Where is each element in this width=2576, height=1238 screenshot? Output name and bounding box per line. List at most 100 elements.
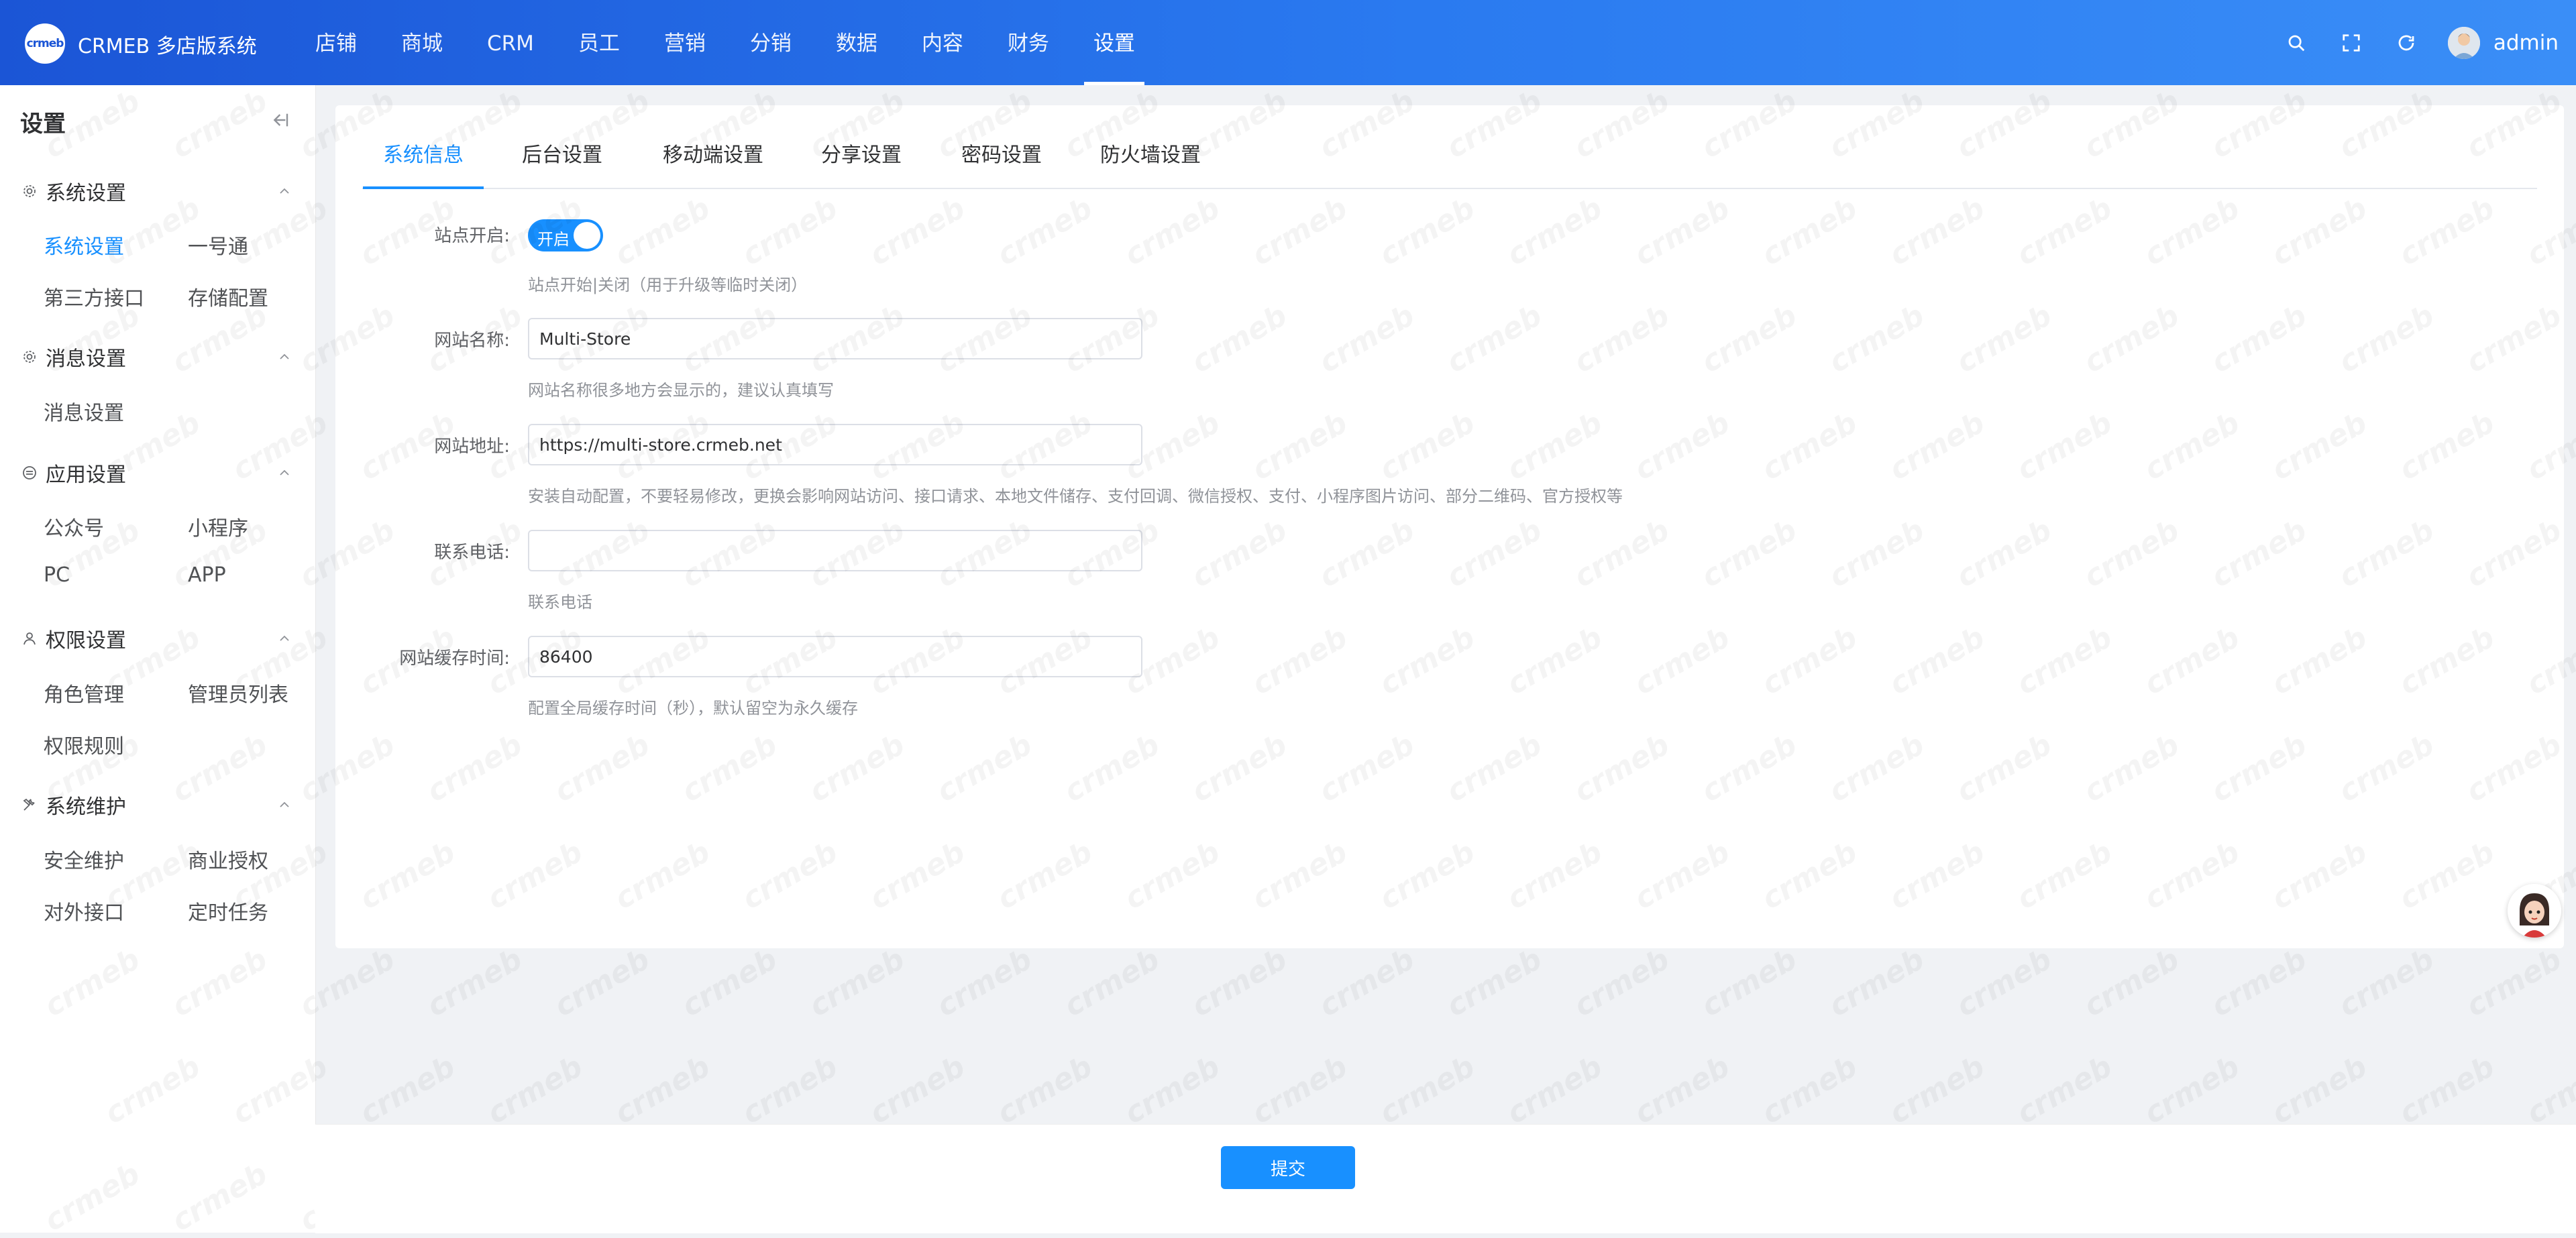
watermark-text: crmeb: [1059, 942, 1166, 1024]
sidebar-group-label: 系统设置: [46, 182, 126, 205]
sidebar-item-yihaotong[interactable]: 一号通: [188, 230, 248, 260]
footer-bar: 提交: [315, 1124, 2576, 1233]
sidebar-item-roles[interactable]: 角色管理: [44, 678, 124, 708]
sidebar-item-security[interactable]: 安全维护: [44, 844, 124, 874]
sidebar-group-head-permission[interactable]: 权限设置: [0, 622, 315, 655]
watermark-text: crmeb: [1568, 942, 1676, 1024]
sidebar: 设置 系统设置 系统设置 一号通 第三方接口 存储配置 消息设置 消息设置 应用…: [0, 85, 316, 1233]
tab-system-info[interactable]: 系统信息: [363, 132, 484, 189]
phone-input[interactable]: [528, 530, 1142, 571]
user-icon: [21, 630, 38, 646]
watermark-text: crmeb: [1756, 1050, 1864, 1131]
sidebar-item-external-api[interactable]: 对外接口: [44, 896, 124, 925]
chevron-up-icon: [276, 349, 292, 365]
sidebar-group-message: 消息设置: [0, 340, 315, 374]
tab-password-settings[interactable]: 密码设置: [961, 132, 1042, 188]
fullscreen-icon[interactable]: [2338, 30, 2365, 56]
tab-firewall-settings[interactable]: 防火墙设置: [1100, 132, 1201, 188]
topnav-marketing[interactable]: 营销: [664, 0, 706, 85]
watermark-text: crmeb: [864, 1050, 971, 1131]
settings-card: 系统信息 后台设置 移动端设置 分享设置 密码设置 防火墙设置 站点开启: 开启…: [335, 105, 2564, 948]
watermark-text: crmeb: [1696, 942, 1803, 1024]
sidebar-item-license[interactable]: 商业授权: [188, 844, 268, 874]
collapse-sidebar-icon[interactable]: [268, 109, 292, 133]
watermark-text: crmeb: [1884, 1050, 1991, 1131]
sidebar-item-official-account[interactable]: 公众号: [44, 512, 104, 541]
sidebar-group-permission: 权限设置: [0, 622, 315, 655]
tab-share-settings[interactable]: 分享设置: [821, 132, 902, 188]
switch-text: 开启: [537, 230, 570, 249]
topnav-settings[interactable]: 设置: [1083, 0, 1144, 85]
watermark-text: crmeb: [2461, 942, 2568, 1024]
watermark-text: crmeb: [609, 1050, 716, 1131]
sidebar-group-app: 应用设置: [0, 456, 315, 490]
sidebar-item-mini-program[interactable]: 小程序: [188, 512, 248, 541]
sidebar-item-pc[interactable]: PC: [44, 563, 70, 587]
watermark-text: crmeb: [2011, 1050, 2118, 1131]
submit-button[interactable]: 提交: [1221, 1146, 1355, 1189]
cache-time-tip: 配置全局缓存时间（秒），默认留空为永久缓存: [528, 699, 858, 718]
username[interactable]: admin: [2493, 31, 2559, 55]
watermark-text: crmeb: [931, 942, 1038, 1024]
sidebar-item-app[interactable]: APP: [188, 563, 226, 587]
sidebar-item-message-settings[interactable]: 消息设置: [44, 396, 124, 426]
chevron-up-icon: [276, 183, 292, 199]
cache-time-input[interactable]: [528, 636, 1142, 677]
watermark-text: crmeb: [1629, 1050, 1736, 1131]
topnav-data[interactable]: 数据: [836, 0, 877, 85]
watermark-text: crmeb: [676, 942, 784, 1024]
phone-label: 联系电话:: [434, 543, 510, 563]
assistant-avatar-icon[interactable]: [2508, 884, 2561, 938]
site-name-tip: 网站名称很多地方会显示的，建议认真填写: [528, 381, 834, 400]
watermark-text: crmeb: [1313, 942, 1421, 1024]
app-icon: [21, 465, 38, 481]
watermark-text: crmeb: [2521, 1050, 2576, 1131]
watermark-text: crmeb: [421, 942, 529, 1024]
site-url-tip: 安装自动配置，不要轻易修改，更换会影响网站访问、接口请求、本地文件储存、支付回调…: [528, 487, 1623, 506]
chevron-up-icon: [276, 630, 292, 646]
sidebar-group-head-message[interactable]: 消息设置: [0, 340, 315, 374]
sidebar-item-cron-tasks[interactable]: 定时任务: [188, 896, 268, 925]
watermark-text: crmeb: [2394, 1050, 2501, 1131]
chevron-up-icon: [276, 797, 292, 813]
sidebar-group-head-app[interactable]: 应用设置: [0, 456, 315, 490]
sidebar-group-system: 系统设置: [0, 174, 315, 208]
watermark-text: crmeb: [737, 1050, 844, 1131]
topnav-finance[interactable]: 财务: [1008, 0, 1049, 85]
site-name-input[interactable]: [528, 318, 1142, 359]
topnav-distribution[interactable]: 分销: [750, 0, 792, 85]
site-open-switch[interactable]: 开启: [528, 219, 603, 251]
sidebar-item-admin-list[interactable]: 管理员列表: [188, 678, 288, 708]
sidebar-group-head-system[interactable]: 系统设置: [0, 174, 315, 208]
tools-icon: [21, 797, 38, 813]
sidebar-group-maintenance: 系统维护: [0, 788, 315, 822]
topnav-staff[interactable]: 员工: [578, 0, 620, 85]
watermark-text: crmeb: [2333, 942, 2440, 1024]
chevron-up-icon: [276, 465, 292, 481]
sidebar-item-permission-rules[interactable]: 权限规则: [44, 730, 124, 759]
topnav-store[interactable]: 店铺: [315, 0, 357, 85]
refresh-icon[interactable]: [2393, 30, 2420, 56]
avatar[interactable]: [2447, 26, 2480, 59]
sidebar-item-system-settings[interactable]: 系统设置: [44, 230, 124, 260]
sidebar-item-third-party[interactable]: 第三方接口: [44, 282, 144, 311]
search-icon[interactable]: [2283, 30, 2310, 56]
topnav-crm[interactable]: CRM: [487, 0, 534, 85]
topnav-mall[interactable]: 商城: [401, 0, 443, 85]
sidebar-item-storage[interactable]: 存储配置: [188, 282, 268, 311]
site-url-label: 网站地址:: [434, 437, 510, 457]
app-title: CRMEB 多店版系统: [78, 35, 257, 58]
sidebar-group-label: 系统维护: [46, 795, 126, 819]
site-url-input[interactable]: [528, 424, 1142, 465]
site-open-label: 站点开启:: [434, 226, 510, 246]
topnav-content[interactable]: 内容: [922, 0, 963, 85]
watermark-text: crmeb: [1951, 942, 2058, 1024]
watermark-text: crmeb: [991, 1050, 1099, 1131]
watermark-text: crmeb: [1119, 1050, 1226, 1131]
sidebar-group-label: 权限设置: [46, 629, 126, 653]
watermark-text: crmeb: [1374, 1050, 1481, 1131]
sidebar-group-head-maintenance[interactable]: 系统维护: [0, 788, 315, 822]
tab-backend-settings[interactable]: 后台设置: [522, 132, 602, 188]
logo[interactable]: crmeb: [25, 23, 65, 64]
tab-mobile-settings[interactable]: 移动端设置: [663, 132, 763, 188]
